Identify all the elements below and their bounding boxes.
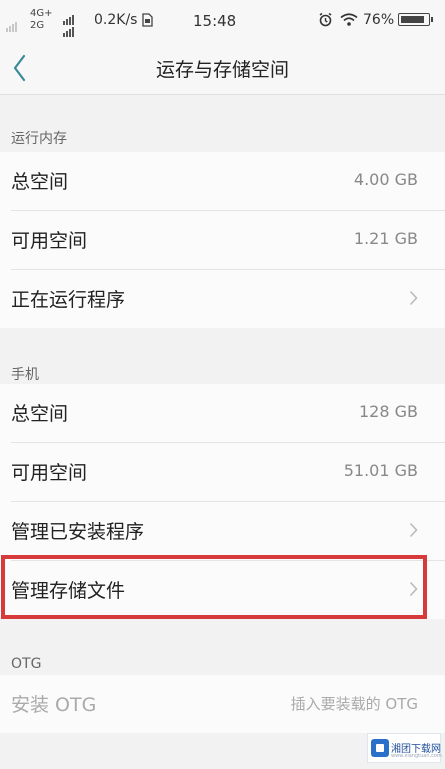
section-header-phone: 手机 [11,367,39,383]
network-type: 4G+ 2G [30,8,53,32]
chevron-right-icon [409,581,418,597]
wifi-icon [340,13,358,30]
alarm-icon [318,12,333,31]
running-apps-row[interactable]: 正在运行程序 [11,270,445,328]
section-header-otg: OTG [11,656,42,672]
row-label: 总空间 [11,403,69,425]
row-label: 总空间 [11,171,69,193]
row-value: 128 GB [359,402,418,421]
ram-group: 总空间 4.00 GB 可用空间 1.21 GB 正在运行程序 [0,152,445,328]
row-label: 管理已安装程序 [11,521,145,543]
ram-available-row: 可用空间 1.21 GB [11,211,445,270]
chevron-right-icon [409,522,418,538]
row-label: 安装 OTG [11,694,97,716]
row-value: 51.01 GB [343,461,418,480]
phone-group: 总空间 128 GB 可用空间 51.01 GB 管理已安装程序 管理存储文件 [0,384,445,619]
status-bar: 4G+ 2G 0.2K/s 15:48 76% [0,0,445,42]
title-bar: 运存与存储空间 [0,42,445,95]
ram-total-row: 总空间 4.00 GB [11,152,445,211]
battery-icon [398,13,433,26]
battery-percent: 76% [363,12,395,28]
row-label: 管理存储文件 [11,580,126,602]
row-label: 可用空间 [11,230,88,252]
section-header-ram: 运行内存 [11,131,67,147]
manage-installed-apps-row[interactable]: 管理已安装程序 [11,502,445,561]
signal-icon [63,21,75,37]
chevron-right-icon [409,290,418,306]
row-value: 4.00 GB [353,170,418,189]
install-otg-row: 安装 OTG 插入要装载的 OTG [11,675,445,733]
row-value: 1.21 GB [353,229,418,248]
phone-total-row: 总空间 128 GB [11,384,445,443]
sim-icon [142,13,153,31]
manage-storage-files-row[interactable]: 管理存储文件 [11,561,445,619]
page-title: 运存与存储空间 [155,59,289,81]
row-label: 正在运行程序 [11,289,126,311]
row-label: 可用空间 [11,462,88,484]
watermark-icon [371,739,389,757]
phone-available-row: 可用空间 51.01 GB [11,443,445,502]
otg-group: 安装 OTG 插入要装载的 OTG [0,675,445,733]
clock: 15:48 [193,12,237,30]
watermark-subtext: www.xiangtuan.com [391,753,442,759]
row-value: 插入要装载的 OTG [290,695,418,713]
watermark-logo: 湘团下载网 www.xiangtuan.com [367,733,442,763]
signal-icon [6,16,18,32]
network-speed: 0.2K/s [94,12,138,28]
network-top-label: 4G+ [30,8,53,19]
network-bottom-label: 2G [30,20,45,31]
